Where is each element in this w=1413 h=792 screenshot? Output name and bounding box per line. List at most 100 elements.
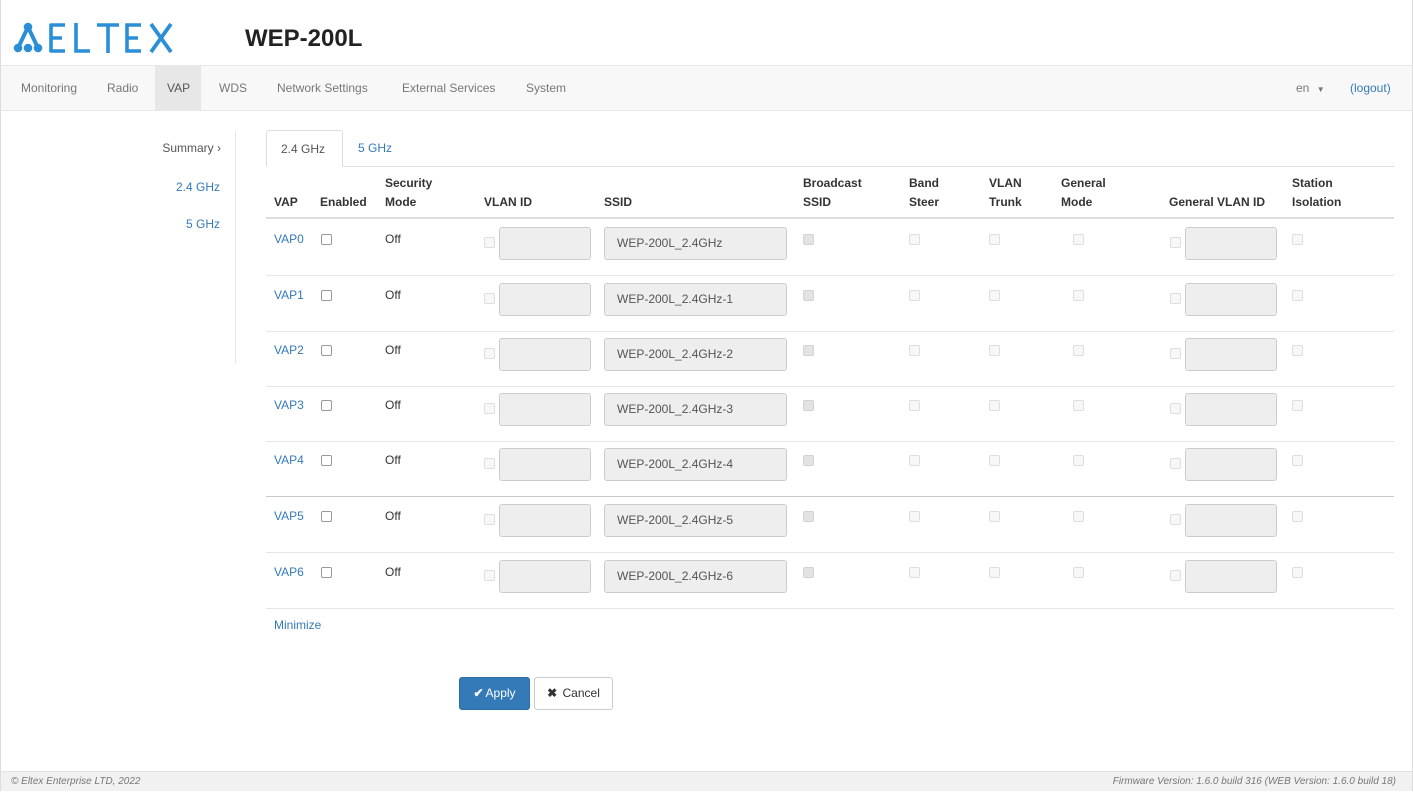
station-isolation-checkbox (1292, 455, 1303, 466)
broadcast-ssid-checkbox (803, 511, 814, 522)
vap-link[interactable]: VAP6 (274, 565, 304, 579)
header-trunk-line1: VLAN (989, 176, 1022, 190)
sidebar: Summary › 2.4 GHz 5 GHz (1, 131, 236, 363)
close-icon: ✖ (547, 686, 558, 700)
general-vlan-checkbox (1170, 458, 1181, 469)
sidebar-item-label: Summary (162, 141, 214, 155)
vap-link[interactable]: VAP4 (274, 453, 304, 467)
tab-24ghz[interactable]: 2.4 GHz (266, 130, 343, 167)
station-isolation-checkbox (1292, 567, 1303, 578)
general-vlan-id-input (1185, 227, 1277, 260)
general-mode-checkbox (1073, 290, 1084, 301)
nav-wds[interactable]: WDS (207, 66, 259, 110)
nav-network-settings[interactable]: Network Settings (265, 66, 380, 110)
header-band-line2: Steer (909, 195, 940, 209)
general-vlan-id-input (1185, 448, 1277, 481)
nav-radio[interactable]: Radio (95, 66, 150, 110)
general-vlan-id-input (1185, 504, 1277, 537)
band-steer-checkbox (909, 511, 920, 522)
nav-monitoring[interactable]: Monitoring (9, 66, 89, 110)
vap-link[interactable]: VAP2 (274, 343, 304, 357)
minimize-link[interactable]: Minimize (274, 618, 321, 632)
vlan-id-input (499, 504, 591, 537)
tab-5ghz[interactable]: 5 GHz (344, 130, 406, 167)
table-row: VAP1 Off WEP-200L_2.4GHz-1 (266, 276, 1394, 332)
vlan-id-input (499, 560, 591, 593)
vlan-trunk-checkbox (989, 290, 1000, 301)
ssid-input: WEP-200L_2.4GHz-5 (604, 504, 787, 537)
vlan-id-checkbox (484, 237, 495, 248)
band-steer-checkbox (909, 567, 920, 578)
header-general-vlan-id: General VLAN ID (1169, 195, 1266, 209)
table-header: VAP Enabled Security Mode VLAN ID SSID B… (266, 167, 1394, 219)
language-dropdown[interactable]: en ▼ (1284, 66, 1337, 110)
enabled-checkbox[interactable] (321, 345, 332, 356)
apply-button[interactable]: ✔ Apply (459, 677, 530, 710)
station-isolation-checkbox (1292, 511, 1303, 522)
app-frame: WEP-200L Monitoring Radio VAP WDS Networ… (0, 0, 1413, 791)
vap-link[interactable]: VAP5 (274, 509, 304, 523)
nav-system[interactable]: System (514, 66, 578, 110)
table-row: VAP0 Off WEP-200L_2.4GHz (266, 220, 1394, 276)
nav-vap[interactable]: VAP (155, 66, 201, 110)
vlan-id-checkbox (484, 570, 495, 581)
top-navbar: Monitoring Radio VAP WDS Network Setting… (1, 65, 1412, 111)
vap-link[interactable]: VAP0 (274, 232, 304, 246)
ssid-input: WEP-200L_2.4GHz-1 (604, 283, 787, 316)
header-vap: VAP (274, 195, 298, 209)
header-trunk-line2: Trunk (989, 195, 1022, 209)
check-icon: ✔ (473, 686, 484, 700)
vlan-trunk-checkbox (989, 567, 1000, 578)
header-vlan-id: VLAN ID (484, 195, 532, 209)
security-mode-value: Off (385, 343, 401, 357)
eltex-logo (13, 20, 193, 56)
general-vlan-checkbox (1170, 293, 1181, 304)
vlan-id-checkbox (484, 403, 495, 414)
enabled-checkbox[interactable] (321, 567, 332, 578)
ssid-input: WEP-200L_2.4GHz-4 (604, 448, 787, 481)
header-band-line1: Band (909, 176, 939, 190)
vlan-id-input (499, 227, 591, 260)
band-steer-checkbox (909, 290, 920, 301)
vlan-id-checkbox (484, 458, 495, 469)
header-ssid: SSID (604, 195, 633, 209)
header-security-mode: Security Mode (385, 174, 432, 212)
vlan-trunk-checkbox (989, 511, 1000, 522)
footer: © Eltex Enterprise LTD, 2022 Firmware Ve… (1, 771, 1412, 791)
firmware-version-text: Firmware Version: 1.6.0 build 316 (WEB V… (1112, 776, 1396, 787)
header-general-line1: General (1061, 176, 1106, 190)
enabled-checkbox[interactable] (321, 511, 332, 522)
enabled-checkbox[interactable] (321, 234, 332, 245)
ssid-input: WEP-200L_2.4GHz-3 (604, 393, 787, 426)
cancel-button[interactable]: ✖ Cancel (534, 677, 613, 710)
general-mode-checkbox (1073, 455, 1084, 466)
header-broadcast-line1: Broadcast (803, 176, 862, 190)
header-broadcast-line2: SSID (803, 195, 832, 209)
enabled-checkbox[interactable] (321, 400, 332, 411)
broadcast-ssid-checkbox (803, 290, 814, 301)
vlan-id-checkbox (484, 348, 495, 359)
security-mode-value: Off (385, 509, 401, 523)
vlan-id-checkbox (484, 514, 495, 525)
enabled-checkbox[interactable] (321, 290, 332, 301)
ssid-input: WEP-200L_2.4GHz (604, 227, 787, 260)
sidebar-item-5ghz[interactable]: 5 GHz (186, 217, 220, 231)
header-band-steer: Band Steer (909, 174, 939, 212)
header-general-mode: General Mode (1061, 174, 1106, 212)
header-vlan-trunk: VLAN Trunk (989, 174, 1022, 212)
station-isolation-checkbox (1292, 400, 1303, 411)
general-vlan-checkbox (1170, 403, 1181, 414)
nav-external-services[interactable]: External Services (390, 66, 507, 110)
sidebar-item-summary[interactable]: Summary › (162, 141, 221, 155)
header-station-isolation: Station Isolation (1292, 174, 1341, 212)
vlan-trunk-checkbox (989, 400, 1000, 411)
vap-link[interactable]: VAP3 (274, 398, 304, 412)
vlan-id-checkbox (484, 293, 495, 304)
language-label: en (1296, 81, 1310, 95)
vap-link[interactable]: VAP1 (274, 288, 304, 302)
broadcast-ssid-checkbox (803, 400, 814, 411)
sidebar-item-24ghz[interactable]: 2.4 GHz (176, 180, 220, 194)
security-mode-value: Off (385, 453, 401, 467)
enabled-checkbox[interactable] (321, 455, 332, 466)
logout-link[interactable]: (logout) (1338, 66, 1403, 110)
